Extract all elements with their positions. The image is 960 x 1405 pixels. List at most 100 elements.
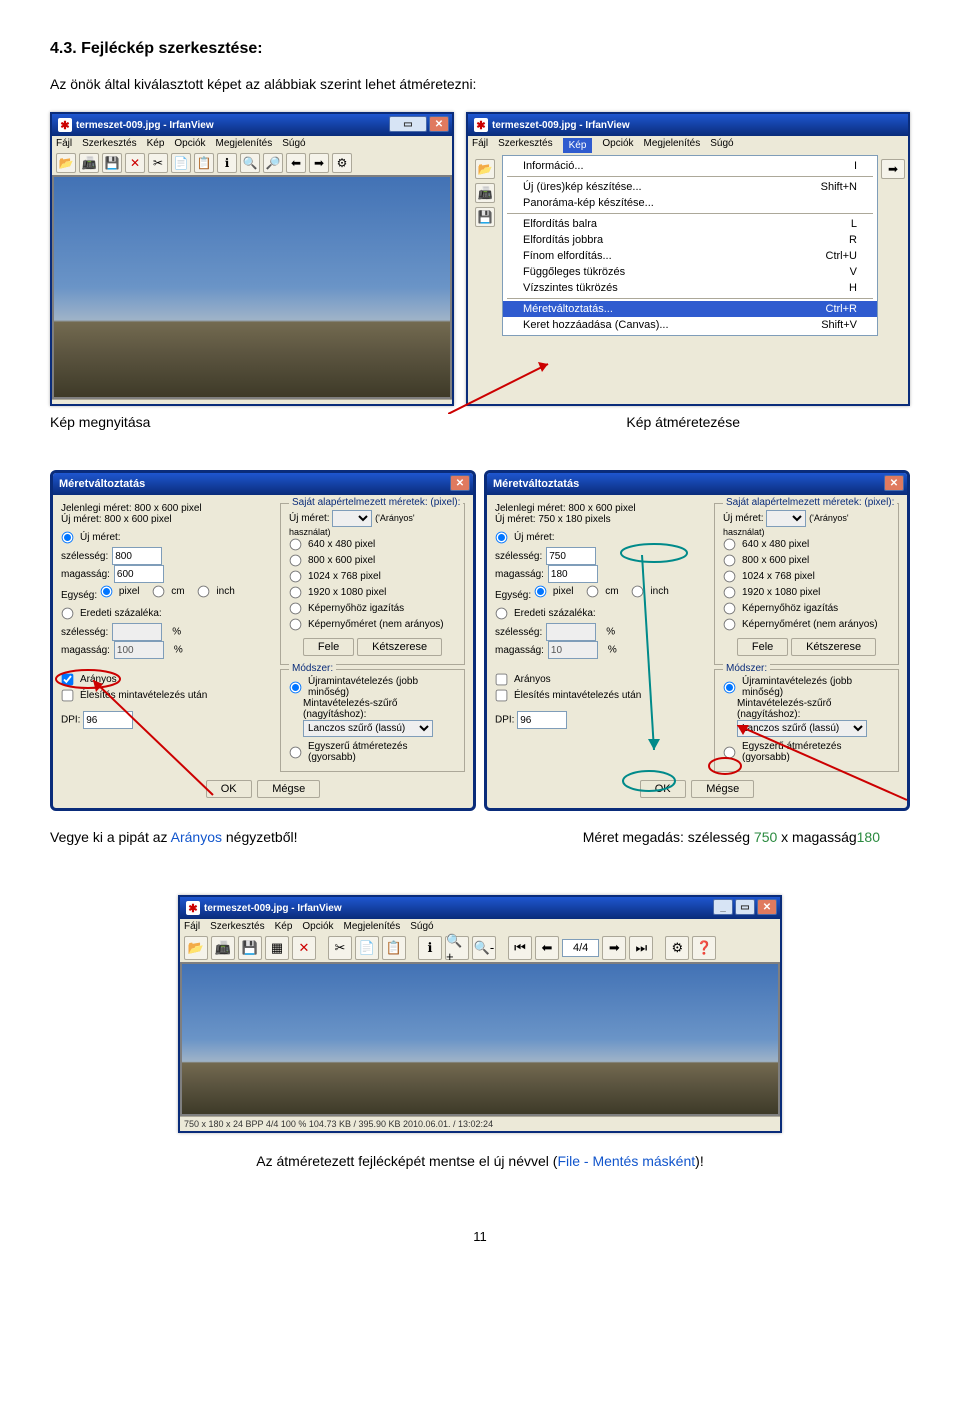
cut-icon[interactable]: ✂ <box>148 153 168 173</box>
menu-item-info[interactable]: Információ...I <box>503 158 877 174</box>
menu-edit[interactable]: Szerkesztés <box>82 138 136 149</box>
preset-screen-size[interactable]: Képernyőméret (nem arányos) <box>289 618 444 631</box>
scan-icon[interactable]: 📠 <box>475 183 495 203</box>
menu-item-rotate-right[interactable]: Elfordítás jobbraR <box>503 232 877 248</box>
settings-icon[interactable]: ⚙ <box>332 153 352 173</box>
menu-view[interactable]: Megjelenítés <box>344 921 401 932</box>
half-button[interactable]: Fele <box>303 638 354 656</box>
preset-800[interactable]: 800 x 600 pixel <box>289 554 375 567</box>
menu-image[interactable]: Kép <box>275 921 293 932</box>
cancel-button[interactable]: Mégse <box>691 780 754 798</box>
method-simple[interactable]: Egyszerű átméretezés (gyorsabb) <box>723 741 880 763</box>
open-icon[interactable]: 📂 <box>56 153 76 173</box>
menu-help[interactable]: Súgó <box>282 138 305 149</box>
menu-help[interactable]: Súgó <box>710 138 733 153</box>
radio-percent[interactable]: Eredeti százaléka: <box>495 607 596 620</box>
next-icon[interactable]: ➡ <box>881 159 905 179</box>
menu-edit[interactable]: Szerkesztés <box>210 921 264 932</box>
maximize-button[interactable]: ▭ <box>735 899 755 915</box>
dpi-input[interactable] <box>517 711 567 729</box>
preset-screen-fit[interactable]: Képernyőhöz igazítás <box>289 602 404 615</box>
preset-1920[interactable]: 1920 x 1080 pixel <box>289 586 386 599</box>
first-icon[interactable]: ⏮ <box>508 936 532 960</box>
paste-icon[interactable]: 📋 <box>382 936 406 960</box>
zoom-in-icon[interactable]: 🔍+ <box>445 936 469 960</box>
close-button[interactable]: ✕ <box>429 116 449 132</box>
unit-cm[interactable]: cm <box>586 585 618 598</box>
unit-pixel[interactable]: pixel <box>100 585 140 598</box>
scan-icon[interactable]: 📠 <box>79 153 99 173</box>
copy-icon[interactable]: 📄 <box>171 153 191 173</box>
unit-cm[interactable]: cm <box>152 585 184 598</box>
menu-image[interactable]: Kép <box>563 138 593 153</box>
sharpen-checkbox[interactable]: Élesítés mintavételezés után <box>61 689 207 702</box>
method-resample[interactable]: Újramintavételezés (jobb minőség) <box>289 676 446 698</box>
aspect-checkbox[interactable]: Arányos <box>61 673 117 686</box>
preset-800[interactable]: 800 x 600 pixel <box>723 554 809 567</box>
minimize-button[interactable]: _ <box>713 899 733 915</box>
zoom-out-icon[interactable]: 🔍- <box>472 936 496 960</box>
close-button[interactable]: ✕ <box>884 475 904 491</box>
unit-pixel[interactable]: pixel <box>534 585 574 598</box>
menu-file[interactable]: Fájl <box>472 138 488 153</box>
preset-screen-size[interactable]: Képernyőméret (nem arányos) <box>723 618 878 631</box>
info-icon[interactable]: ℹ <box>217 153 237 173</box>
menu-file[interactable]: Fájl <box>56 138 72 149</box>
paste-icon[interactable]: 📋 <box>194 153 214 173</box>
last-icon[interactable]: ⏭ <box>629 936 653 960</box>
double-button[interactable]: Kétszerese <box>791 638 876 656</box>
menu-file[interactable]: Fájl <box>184 921 200 932</box>
cut-icon[interactable]: ✂ <box>328 936 352 960</box>
preset-1920[interactable]: 1920 x 1080 pixel <box>723 586 820 599</box>
save-icon[interactable]: 💾 <box>475 207 495 227</box>
menu-item-rotate-left[interactable]: Elfordítás balraL <box>503 216 877 232</box>
prev-icon[interactable]: ⬅ <box>286 153 306 173</box>
menu-view[interactable]: Megjelenítés <box>644 138 701 153</box>
zoom-in-icon[interactable]: 🔍 <box>240 153 260 173</box>
menu-help[interactable]: Súgó <box>410 921 433 932</box>
unit-inch[interactable]: inch <box>631 585 668 598</box>
preset-select[interactable] <box>766 510 806 527</box>
percent-h-input[interactable] <box>114 641 164 659</box>
menu-options[interactable]: Opciók <box>602 138 633 153</box>
width-input[interactable] <box>112 547 162 565</box>
height-input[interactable] <box>548 565 598 583</box>
height-input[interactable] <box>114 565 164 583</box>
menu-item-fine-rotate[interactable]: Fínom elfordítás...Ctrl+U <box>503 248 877 264</box>
menu-image[interactable]: Kép <box>147 138 165 149</box>
settings-icon[interactable]: ⚙ <box>665 936 689 960</box>
sharpen-checkbox[interactable]: Élesítés mintavételezés után <box>495 689 641 702</box>
preset-1024[interactable]: 1024 x 768 pixel <box>723 570 815 583</box>
preset-screen-fit[interactable]: Képernyőhöz igazítás <box>723 602 838 615</box>
maximize-button[interactable]: ▭ <box>389 116 427 132</box>
percent-w-input[interactable] <box>112 623 162 641</box>
menu-item-resize[interactable]: Méretváltoztatás...Ctrl+R <box>503 301 877 317</box>
half-button[interactable]: Fele <box>737 638 788 656</box>
percent-w-input[interactable] <box>546 623 596 641</box>
preset-640[interactable]: 640 x 480 pixel <box>289 538 375 551</box>
menu-options[interactable]: Opciók <box>302 921 333 932</box>
radio-new-size[interactable]: Új méret: <box>495 531 555 544</box>
save-icon[interactable]: 💾 <box>238 936 262 960</box>
method-simple[interactable]: Egyszerű átméretezés (gyorsabb) <box>289 741 446 763</box>
menu-edit[interactable]: Szerkesztés <box>498 138 552 153</box>
ok-button[interactable]: OK <box>206 780 252 798</box>
radio-percent[interactable]: Eredeti százaléka: <box>61 607 162 620</box>
double-button[interactable]: Kétszerese <box>357 638 442 656</box>
menu-item-flip-v[interactable]: Függőleges tükrözésV <box>503 264 877 280</box>
next-icon[interactable]: ➡ <box>602 936 626 960</box>
scan-icon[interactable]: 📠 <box>211 936 235 960</box>
delete-icon[interactable]: ✕ <box>292 936 316 960</box>
method-resample[interactable]: Újramintavételezés (jobb minőség) <box>723 676 880 698</box>
menu-options[interactable]: Opciók <box>174 138 205 149</box>
unit-inch[interactable]: inch <box>197 585 234 598</box>
prev-icon[interactable]: ⬅ <box>535 936 559 960</box>
menu-item-canvas[interactable]: Keret hozzáadása (Canvas)...Shift+V <box>503 317 877 333</box>
radio-new-size[interactable]: Új méret: <box>61 531 121 544</box>
cancel-button[interactable]: Mégse <box>257 780 320 798</box>
menu-item-panorama[interactable]: Panoráma-kép készítése... <box>503 195 877 211</box>
menu-view[interactable]: Megjelenítés <box>216 138 273 149</box>
zoom-out-icon[interactable]: 🔎 <box>263 153 283 173</box>
menu-item-flip-h[interactable]: Vízszintes tükrözésH <box>503 280 877 296</box>
width-input[interactable] <box>546 547 596 565</box>
